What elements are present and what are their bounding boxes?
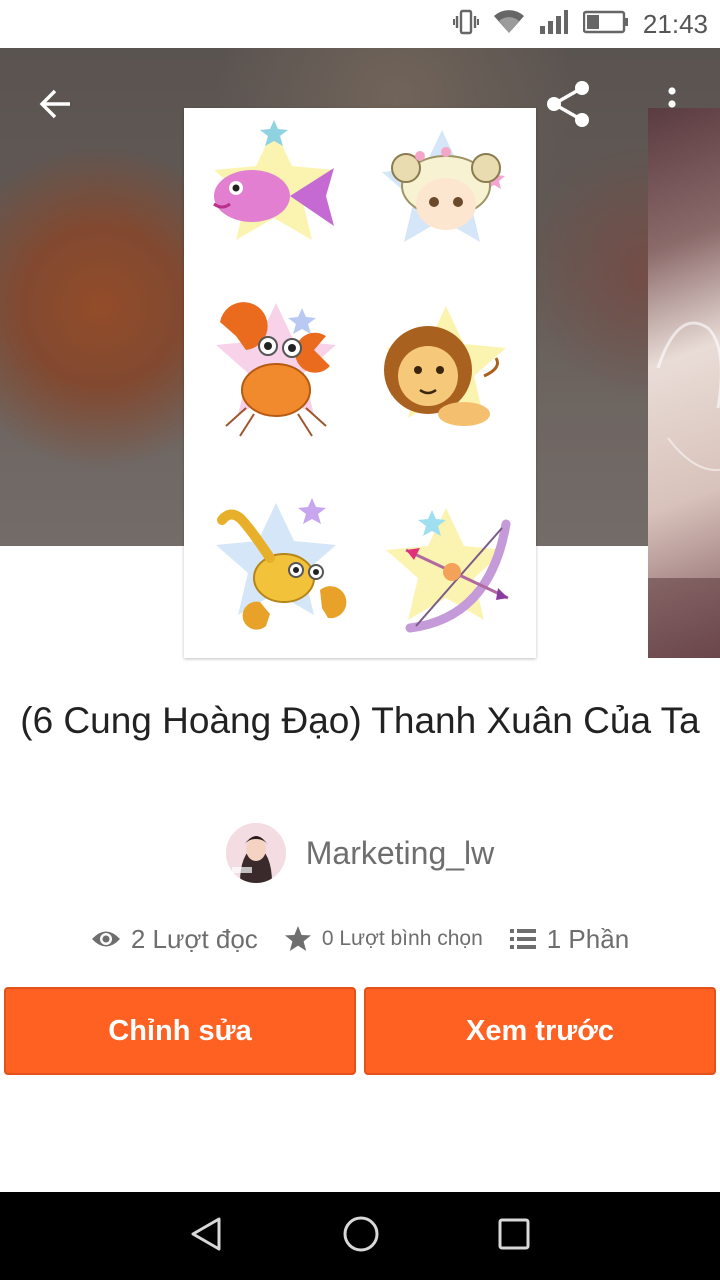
nav-back-button[interactable] bbox=[189, 1216, 225, 1257]
votes-stat: 0 Lượt bình chọn bbox=[284, 925, 483, 953]
back-triangle-icon bbox=[191, 1217, 221, 1250]
list-icon bbox=[509, 929, 536, 949]
share-button[interactable] bbox=[540, 76, 596, 132]
parts-count: 1 Phần bbox=[546, 923, 630, 954]
votes-count: 0 Lượt bình chọn bbox=[321, 927, 483, 950]
author-row[interactable]: Marketing_lw bbox=[0, 822, 720, 884]
share-icon bbox=[547, 81, 589, 127]
nav-recents-button[interactable] bbox=[497, 1217, 531, 1256]
battery-icon bbox=[582, 9, 629, 40]
story-title: (6 Cung Hoàng Đạo) Thanh Xuân Của Ta bbox=[20, 700, 700, 741]
avatar[interactable] bbox=[225, 823, 286, 883]
story-stats: 2 Lượt đọc 0 Lượt bình chọn 1 Phần bbox=[0, 916, 720, 962]
eye-icon bbox=[91, 931, 120, 947]
recents-square-icon bbox=[498, 1218, 530, 1249]
status-bar: 21:43 bbox=[0, 0, 720, 48]
wifi-icon bbox=[493, 9, 525, 40]
status-icons: 21:43 bbox=[452, 0, 708, 48]
edit-button[interactable]: Chỉnh sửa bbox=[4, 987, 356, 1075]
preview-button[interactable]: Xem trước bbox=[364, 987, 716, 1075]
home-circle-icon bbox=[343, 1216, 379, 1251]
back-arrow-icon bbox=[39, 89, 70, 119]
author-name[interactable]: Marketing_lw bbox=[306, 835, 495, 872]
back-button[interactable] bbox=[28, 76, 84, 132]
story-cover[interactable] bbox=[184, 108, 536, 658]
next-story-cover[interactable] bbox=[648, 108, 720, 658]
status-time: 21:43 bbox=[642, 8, 708, 39]
vibrate-icon bbox=[452, 9, 479, 40]
nav-home-button[interactable] bbox=[342, 1215, 380, 1258]
system-nav-bar bbox=[0, 1192, 720, 1280]
parts-stat: 1 Phần bbox=[509, 924, 629, 955]
signal-icon bbox=[539, 9, 569, 40]
reads-count: 2 Lượt đọc bbox=[130, 923, 258, 954]
star-icon bbox=[284, 926, 311, 951]
reads-stat: 2 Lượt đọc bbox=[91, 924, 258, 955]
